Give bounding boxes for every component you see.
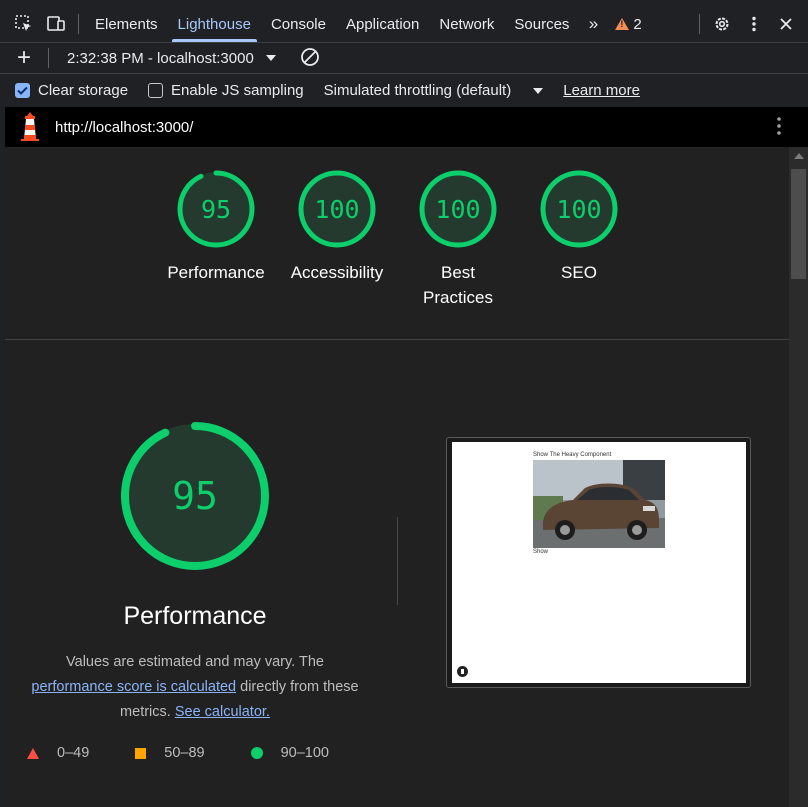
lighthouse-logo-icon: [19, 111, 41, 144]
gauge-best-practices[interactable]: 100 Best Practices: [398, 169, 518, 310]
toolbar-divider: [699, 14, 700, 34]
more-options-icon[interactable]: [738, 6, 770, 42]
car-image: [533, 460, 665, 548]
clear-storage-option[interactable]: Clear storage: [15, 82, 128, 99]
section-divider: [5, 339, 789, 340]
vertical-divider: [397, 517, 398, 605]
device-toolbar-icon[interactable]: [40, 6, 72, 42]
desc-text: metrics.: [120, 704, 171, 720]
clear-reports-block-icon[interactable]: [300, 47, 320, 70]
legend-label: 50–89: [164, 745, 205, 761]
warning-icon: [615, 18, 630, 30]
see-calculator-link[interactable]: See calculator.: [175, 704, 270, 720]
chevron-down-icon: [533, 87, 544, 94]
legend-label: 90–100: [280, 745, 329, 761]
gauge-label: Performance: [167, 263, 265, 282]
performance-score-gauge: 95: [118, 419, 272, 576]
category-gauges: 95 Performance 100 Accessibility 100 Bes…: [5, 147, 789, 339]
new-report-plus-icon[interactable]: +: [0, 43, 48, 74]
scroll-up-arrow-icon[interactable]: [794, 153, 804, 159]
inspect-element-icon[interactable]: [8, 6, 40, 42]
gauge-label-line: Best: [440, 263, 476, 282]
report-url-bar: http://localhost:3000/: [5, 107, 808, 147]
score-calculation-link[interactable]: performance score is calculated: [31, 679, 236, 695]
gauge-score: 100: [556, 195, 601, 224]
gauge-label-line: Practices: [423, 288, 493, 307]
performance-score: 95: [172, 474, 218, 518]
tab-network[interactable]: Network: [429, 6, 504, 42]
gauge-label: Accessibility: [290, 263, 384, 282]
gauge-performance[interactable]: 95 Performance: [156, 169, 276, 285]
screenshot-page: Show The Heavy Component Show: [452, 442, 746, 683]
legend-pass: 90–100: [250, 745, 329, 761]
tab-lighthouse[interactable]: Lighthouse: [168, 6, 261, 42]
screenshot-caption: Show: [533, 549, 549, 555]
throttling-select[interactable]: Simulated throttling (default): [324, 82, 544, 99]
report-selector-value: 2:32:38 PM - localhost:3000: [67, 49, 254, 67]
gauge-score: 95: [201, 195, 231, 224]
desc-text: directly from these: [240, 679, 359, 695]
throttling-value: Simulated throttling (default): [323, 82, 512, 99]
fail-triangle-icon: [27, 747, 39, 759]
tab-console[interactable]: Console: [261, 6, 336, 42]
gauge-label: SEO: [561, 263, 597, 282]
warnings-count: 2: [633, 15, 642, 33]
clear-storage-label: Clear storage: [38, 82, 129, 99]
gauge-accessibility[interactable]: 100 Accessibility: [277, 169, 397, 285]
performance-description: Values are estimated and may vary. The p…: [20, 650, 370, 725]
screenshot-heading: Show The Heavy Component: [533, 452, 612, 458]
legend-average: 50–89: [135, 745, 205, 761]
screenshot-badge-icon: [457, 666, 468, 677]
gauge-seo[interactable]: 100 SEO: [519, 169, 639, 285]
chevron-down-icon: [265, 55, 276, 61]
devtools-tab-bar: Elements Lighthouse Console Application …: [0, 6, 808, 42]
tab-application[interactable]: Application: [336, 6, 429, 42]
lighthouse-report: 95 Performance 100 Accessibility 100 Bes…: [5, 147, 789, 807]
settings-gear-icon[interactable]: [706, 6, 738, 42]
final-screenshot[interactable]: Show The Heavy Component Show: [446, 437, 751, 688]
scroll-thumb[interactable]: [791, 169, 806, 279]
legend-fail: 0–49: [27, 745, 89, 761]
average-square-icon: [135, 747, 147, 759]
performance-title: Performance: [123, 602, 267, 630]
js-sampling-checkbox[interactable]: [148, 83, 164, 98]
lighthouse-toolbar: + 2:32:38 PM - localhost:3000: [0, 43, 808, 74]
close-icon[interactable]: [770, 6, 802, 42]
toolbar-divider: [78, 14, 79, 34]
learn-more-link[interactable]: Learn more: [563, 82, 640, 99]
gauge-score: 100: [314, 195, 359, 224]
warnings-counter[interactable]: 2: [607, 16, 649, 33]
report-menu-icon[interactable]: [776, 116, 782, 139]
pass-circle-icon: [250, 747, 263, 759]
more-tabs-icon[interactable]: »: [579, 14, 607, 34]
lighthouse-options-bar: Clear storage Enable JS sampling Simulat…: [0, 74, 808, 107]
report-scrollbar[interactable]: [789, 147, 808, 807]
legend-label: 0–49: [57, 745, 90, 761]
js-sampling-option[interactable]: Enable JS sampling: [148, 82, 304, 99]
gauge-label: Best Practices: [398, 260, 518, 310]
score-legend: 0–49 50–89 90–100: [27, 745, 375, 761]
report-selector[interactable]: 2:32:38 PM - localhost:3000: [49, 50, 286, 67]
tab-elements[interactable]: Elements: [85, 6, 168, 42]
report-url: http://localhost:3000/: [55, 118, 194, 136]
js-sampling-label: Enable JS sampling: [171, 82, 304, 99]
clear-storage-checkbox[interactable]: [15, 83, 30, 98]
desc-text: Values are estimated and may vary. The: [66, 654, 324, 670]
tab-sources[interactable]: Sources: [504, 6, 579, 42]
gauge-score: 100: [435, 195, 480, 224]
